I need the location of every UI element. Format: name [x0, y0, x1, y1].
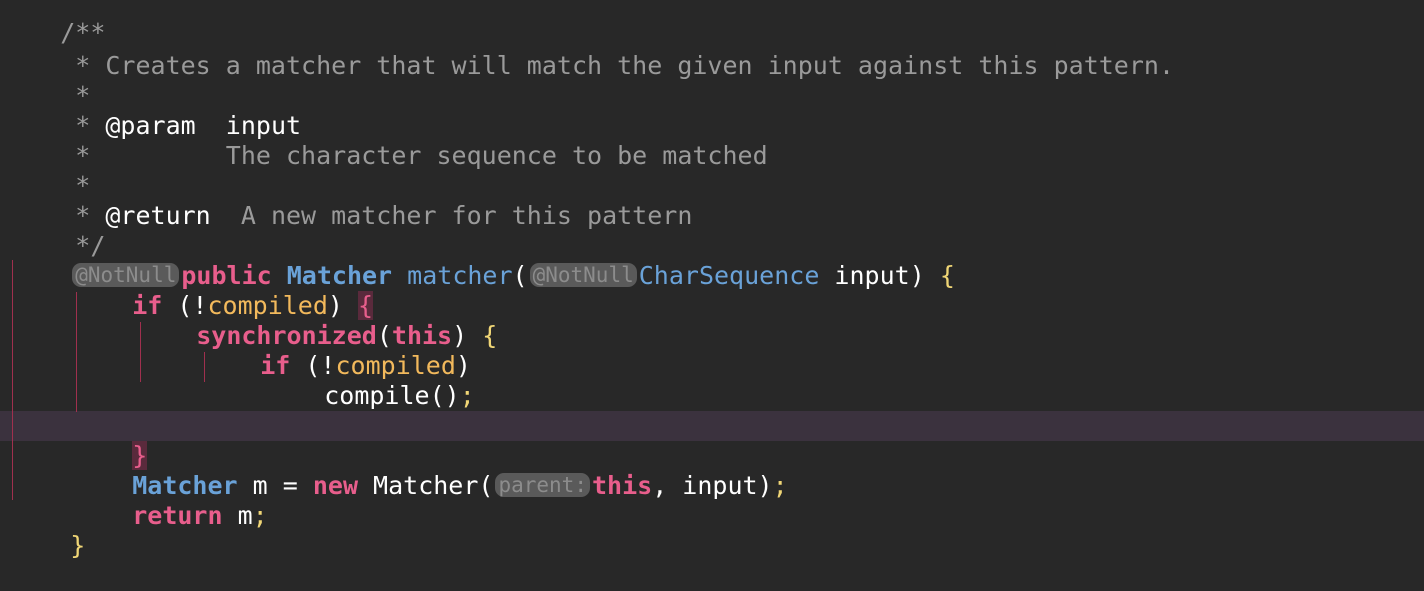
code-line-compile: compile();	[264, 351, 1424, 410]
code-line-doc-blank: *	[0, 141, 1424, 200]
code-line-doc-blank: *	[0, 51, 1424, 110]
code-line-sync-close: }	[136, 381, 1424, 440]
indent-guide	[204, 352, 205, 382]
code-line-doc-close: */	[0, 201, 1424, 260]
code-line-doc-summary: * Creates a matcher that will match the …	[0, 21, 1424, 80]
code-line-if-inner: if (!compiled)	[200, 321, 1424, 380]
code-line-return: return m;	[72, 471, 1424, 530]
code-line-if-outer: if (!compiled) {	[72, 261, 1424, 320]
code-editor[interactable]: /** * Creates a matcher that will match …	[0, 0, 1424, 560]
indent-guide	[12, 260, 13, 500]
code-line-signature: @NotNull public Matcher matcher(@NotNull C…	[10, 231, 1424, 290]
code-line-method-close: }	[10, 501, 1424, 560]
code-line-doc-param: * @param input	[0, 81, 1424, 140]
indent-guide	[76, 292, 77, 412]
code-line-matcher-decl: Matcher m = new Matcher(parent: this, inp…	[72, 441, 1424, 500]
code-line-doc-open: /**	[0, 0, 1424, 47]
method-close-brace: }	[70, 531, 86, 560]
code-line-doc-param-desc: * The character sequence to be matched	[0, 111, 1424, 170]
code-line-doc-return: * @return A new matcher for this pattern	[0, 171, 1424, 230]
code-line-if-close-current: }	[0, 411, 1424, 470]
code-line-synchronized: synchronized(this) {	[136, 291, 1424, 350]
indent-guide	[140, 322, 141, 382]
